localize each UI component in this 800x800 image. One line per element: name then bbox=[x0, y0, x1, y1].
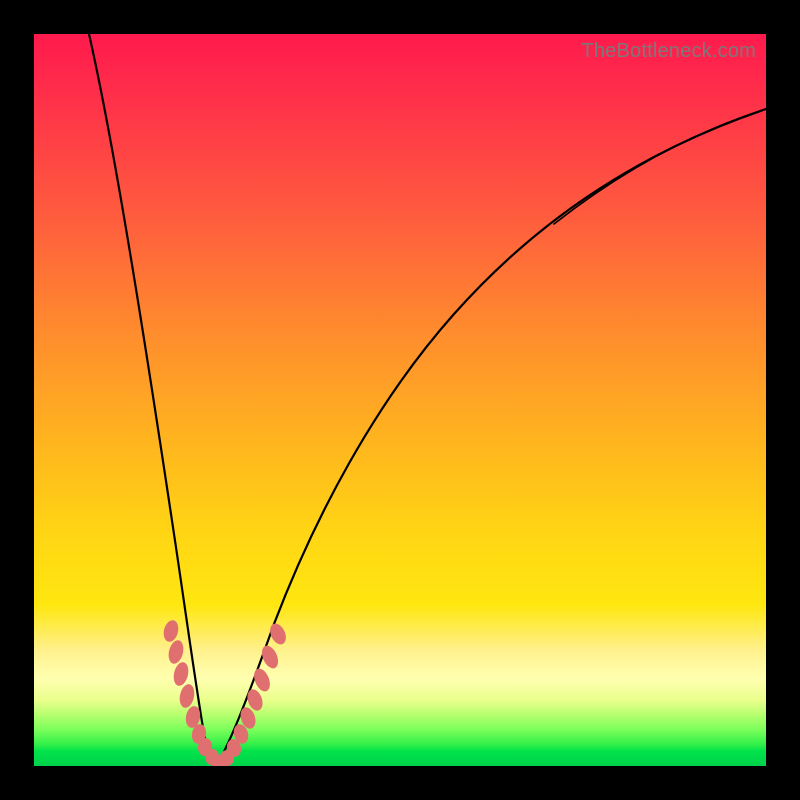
curve-right-branch bbox=[217, 109, 766, 764]
chart-frame: TheBottleneck.com bbox=[0, 0, 800, 800]
bottleneck-curve bbox=[34, 34, 766, 766]
plot-area: TheBottleneck.com bbox=[34, 34, 766, 766]
curve-right-thin bbox=[554, 109, 766, 224]
curve-left-branch bbox=[89, 34, 217, 764]
marker-cluster bbox=[162, 619, 289, 766]
